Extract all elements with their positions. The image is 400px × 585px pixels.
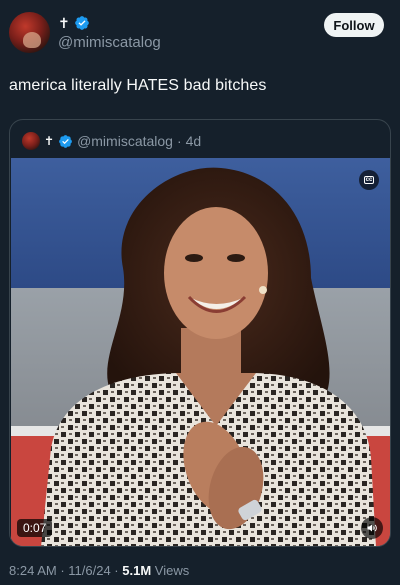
cc-label: cc <box>363 176 375 184</box>
quoted-author-handle: @mimiscatalog <box>77 133 173 149</box>
views-label: Views <box>151 563 190 578</box>
tweet-text: america literally HATES bad bitches <box>9 77 267 94</box>
author-display-name[interactable]: ✝ <box>58 14 70 32</box>
speaker-glyph <box>367 524 377 532</box>
video-duration: 0:07 <box>17 519 53 537</box>
tweet-meta: 8:24 AM · 11/6/24 · 5.1M Views <box>9 563 189 578</box>
verified-badge-icon <box>59 134 72 148</box>
author-avatar[interactable] <box>9 12 50 53</box>
quoted-author-display-name: ✝ <box>44 134 55 148</box>
quoted-tweet[interactable]: ✝ @mimiscatalog · 4d cc 0:07 <box>9 119 391 547</box>
quoted-tweet-header: ✝ @mimiscatalog · 4d <box>22 131 201 151</box>
video-player[interactable]: cc 0:07 <box>11 158 390 546</box>
tweet-date[interactable]: 11/6/24 <box>68 563 110 578</box>
follow-button[interactable]: Follow <box>324 13 384 37</box>
closed-captions-icon[interactable]: cc <box>359 170 379 190</box>
meta-separator: · <box>56 563 69 578</box>
author-name-row[interactable]: ✝ <box>58 14 90 32</box>
speaker-mute-icon[interactable] <box>361 517 383 539</box>
views-count: 5.1M <box>122 563 152 578</box>
author-handle[interactable]: @mimiscatalog <box>58 34 161 51</box>
quoted-tweet-age: 4d <box>185 133 202 149</box>
verified-badge-icon <box>74 16 89 30</box>
separator-dot: · <box>176 133 182 149</box>
tweet-time[interactable]: 8:24 AM <box>9 563 57 578</box>
video-frame <box>11 158 390 546</box>
tweet-header: ✝ @mimiscatalog Follow <box>0 0 400 60</box>
meta-separator: · <box>110 563 123 578</box>
quoted-author-avatar <box>22 132 40 150</box>
